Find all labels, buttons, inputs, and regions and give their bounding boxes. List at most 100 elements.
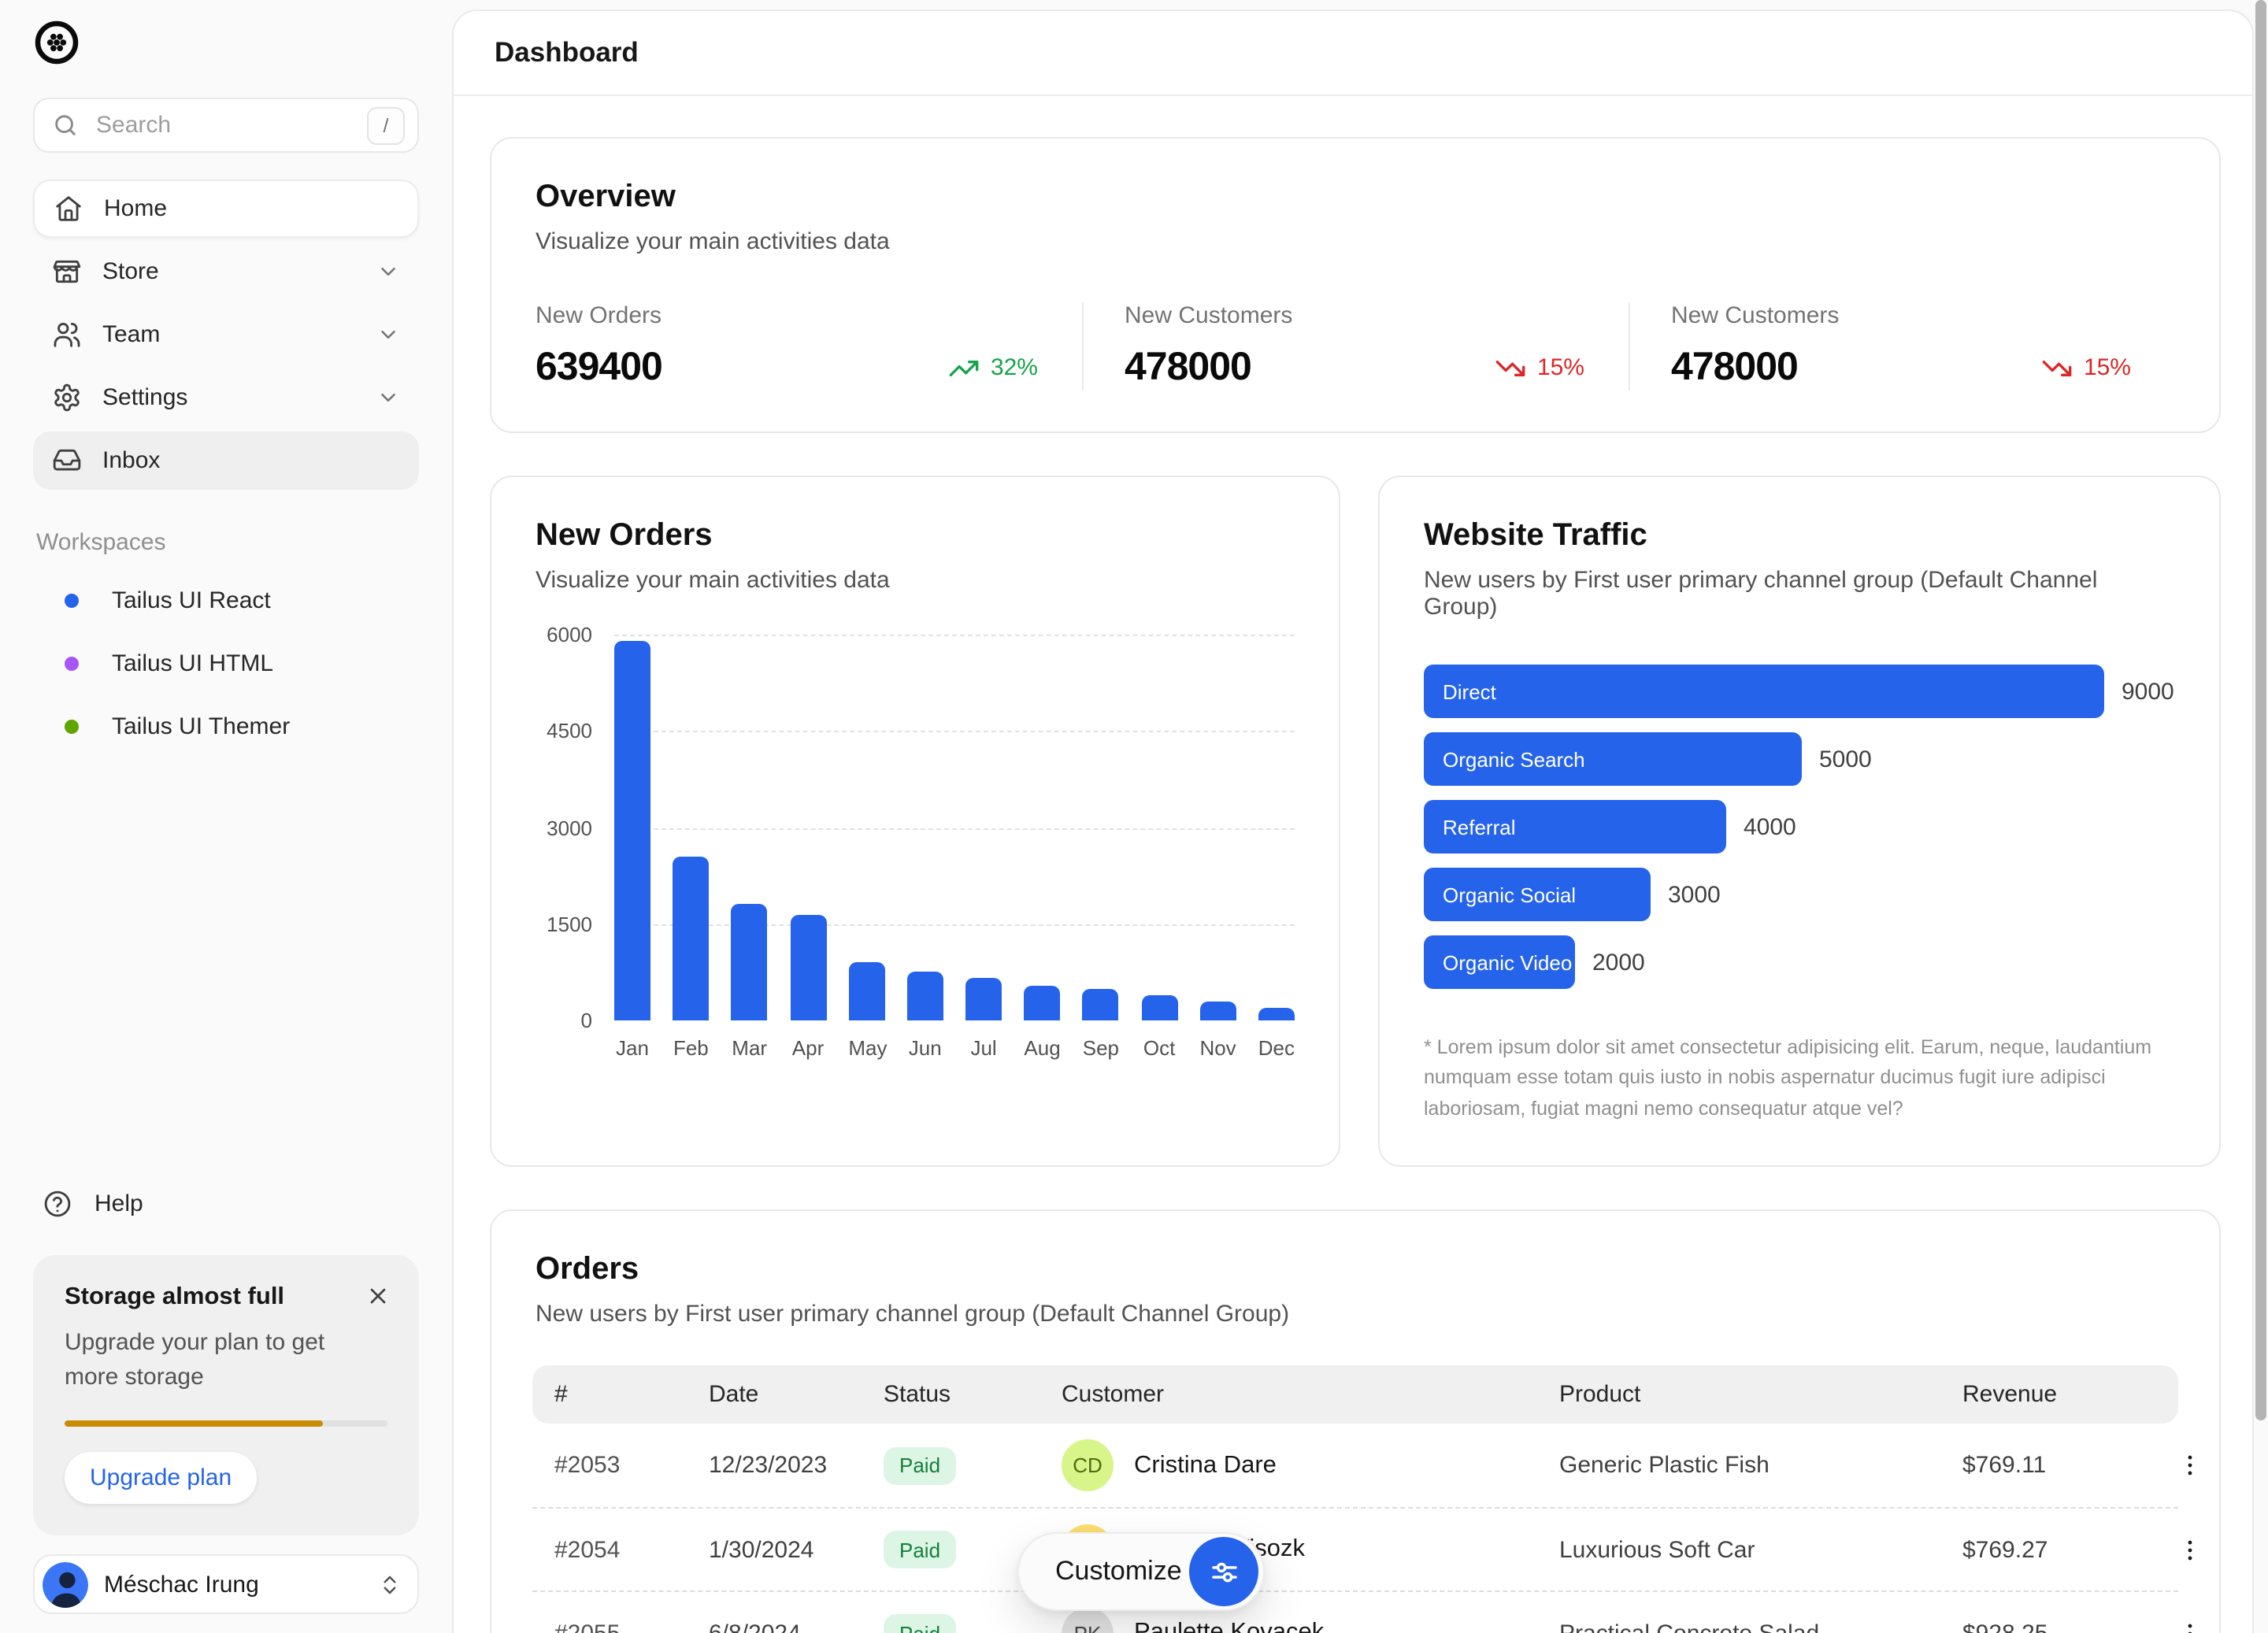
traffic-row-referral: Referral4000	[1424, 800, 2175, 854]
overview-title: Overview	[536, 180, 2175, 216]
stat-label: New Customers	[1671, 302, 2131, 329]
gear-icon	[52, 383, 82, 413]
traffic-bar: Referral	[1424, 800, 1726, 854]
y-tick-label: 3000	[547, 816, 592, 839]
storage-progress-fill	[65, 1420, 323, 1427]
traffic-bar-label: Referral	[1443, 815, 1516, 839]
main-panel: Dashboard Overview Visualize your main a…	[452, 9, 2254, 1633]
y-tick-label: 1500	[547, 913, 592, 936]
bar-dec	[1258, 1008, 1295, 1020]
dashboard-app: / Home Store T	[0, 0, 2268, 1633]
table-header-row: #DateStatusCustomerProductRevenue	[532, 1365, 2178, 1424]
table-row: #20541/30/2024PaidCWChester WisozkLuxuri…	[532, 1507, 2178, 1590]
search-input[interactable]	[93, 110, 367, 140]
traffic-bar: Organic Social	[1424, 868, 1651, 921]
cell-date: 6/8/2024	[709, 1620, 884, 1633]
sidebar-item-team[interactable]: Team	[33, 305, 419, 364]
search-shortcut-key: /	[367, 106, 405, 144]
x-tick-label: Nov	[1199, 1036, 1236, 1060]
page-title: Dashboard	[495, 36, 639, 69]
column-header-revenue: Revenue	[1962, 1381, 2170, 1408]
overview-card: Overview Visualize your main activities …	[490, 137, 2221, 433]
chevron-down-icon	[376, 323, 400, 346]
cell-revenue: $928.25	[1962, 1620, 2170, 1633]
workspace-label: Tailus UI HTML	[112, 650, 273, 676]
x-tick-label: Oct	[1141, 1036, 1177, 1060]
row-menu-button[interactable]	[2170, 1530, 2210, 1569]
x-axis-labels: JanFebMarAprMayJunJulAugSepOctNovDec	[614, 1036, 1295, 1060]
chart-title: Website Traffic	[1424, 518, 2175, 554]
home-icon	[54, 194, 83, 224]
table-row: #205312/23/2023PaidCDCristina DareGeneri…	[532, 1424, 2178, 1507]
stat-value: 639400	[536, 345, 662, 391]
page-header: Dashboard	[454, 11, 2252, 96]
storage-alert-title: Storage almost full	[65, 1283, 387, 1312]
cell-customer: CD Cristina Dare	[1062, 1439, 1559, 1491]
customer-name: Cristina Dare	[1134, 1451, 1277, 1479]
traffic-row-organic-video: Organic Video2000	[1424, 935, 2175, 989]
workspace-dot	[65, 719, 79, 733]
traffic-bar-value: 3000	[1668, 881, 1721, 908]
help-button[interactable]: Help	[33, 1176, 419, 1230]
upgrade-plan-button[interactable]: Upgrade plan	[65, 1452, 257, 1504]
user-menu[interactable]: Méschac Irung	[33, 1554, 419, 1614]
workspace-item-tailus-ui-react[interactable]: Tailus UI React	[33, 572, 419, 628]
customize-settings-button[interactable]	[1189, 1537, 1258, 1606]
stat-trend-value: 15%	[2084, 354, 2131, 381]
users-icon	[52, 320, 82, 350]
chart-subtitle: Visualize your main activities data	[536, 567, 1295, 594]
stat-value: 478000	[1671, 345, 1798, 391]
x-tick-label: Aug	[1024, 1036, 1060, 1060]
trending-up-icon	[948, 352, 980, 383]
row-menu-button[interactable]	[2170, 1446, 2210, 1485]
x-tick-label: Apr	[790, 1036, 826, 1060]
column-header-product: Product	[1559, 1381, 1962, 1408]
sidebar-nav: Home Store Team	[33, 180, 419, 494]
stat-new-orders: New Orders63940032%	[536, 302, 1082, 391]
workspace-item-tailus-ui-themer[interactable]: Tailus UI Themer	[33, 698, 419, 754]
sidebar-bottom: Help Storage almost full Upgrade your pl…	[33, 1176, 419, 1614]
sidebar-item-home[interactable]: Home	[33, 180, 419, 238]
stat-trend-value: 15%	[1537, 354, 1584, 381]
table-row: #20556/8/2024PaidPKPaulette KovacekPract…	[532, 1590, 2178, 1633]
chart-title: New Orders	[536, 518, 1295, 554]
customize-button[interactable]: Customize	[1017, 1532, 1265, 1611]
row-menu-button[interactable]	[2170, 1613, 2210, 1633]
cell-order-id: #2055	[554, 1620, 709, 1633]
bar-nov	[1199, 1002, 1236, 1020]
avatar	[43, 1561, 88, 1607]
status-badge: Paid	[884, 1531, 956, 1568]
workspace-item-tailus-ui-html[interactable]: Tailus UI HTML	[33, 635, 419, 691]
user-name: Méschac Irung	[104, 1571, 378, 1598]
traffic-bar-label: Organic Search	[1443, 747, 1585, 771]
cell-status: Paid	[884, 1446, 1062, 1484]
workspace-dot	[65, 593, 79, 607]
website-traffic-card: Website Traffic New users by First user …	[1378, 476, 2221, 1167]
customer-avatar: CD	[1062, 1439, 1114, 1491]
bar-mar	[732, 904, 768, 1020]
app-logo[interactable]	[33, 19, 80, 66]
traffic-bar-label: Organic Social	[1443, 883, 1576, 906]
sidebar-item-settings[interactable]: Settings	[33, 368, 419, 427]
close-icon[interactable]	[359, 1277, 397, 1315]
trending-down-icon	[2041, 352, 2073, 383]
sidebar-item-store[interactable]: Store	[33, 243, 419, 301]
x-tick-label: Jan	[614, 1036, 650, 1060]
orders-table: #DateStatusCustomerProductRevenue #20531…	[532, 1365, 2178, 1633]
charts-row: New Orders Visualize your main activitie…	[490, 476, 2221, 1167]
cell-product: Practical Concrete Salad	[1559, 1620, 1962, 1633]
cell-product: Luxurious Soft Car	[1559, 1536, 1962, 1563]
sidebar-item-label: Home	[104, 195, 398, 222]
bar-apr	[790, 915, 826, 1020]
cell-revenue: $769.11	[1962, 1452, 2170, 1479]
store-icon	[52, 257, 82, 287]
bar-oct	[1141, 995, 1177, 1020]
column-header-status: Status	[884, 1381, 1062, 1408]
traffic-bar: Direct	[1424, 665, 2104, 718]
vertical-scrollbar[interactable]	[2255, 0, 2266, 1420]
storage-alert-description: Upgrade your plan to get more storage	[65, 1326, 380, 1394]
traffic-bar-value: 2000	[1592, 949, 1645, 976]
status-badge: Paid	[884, 1446, 956, 1484]
sidebar-item-inbox[interactable]: Inbox	[33, 431, 419, 490]
stat-value: 478000	[1125, 345, 1251, 391]
